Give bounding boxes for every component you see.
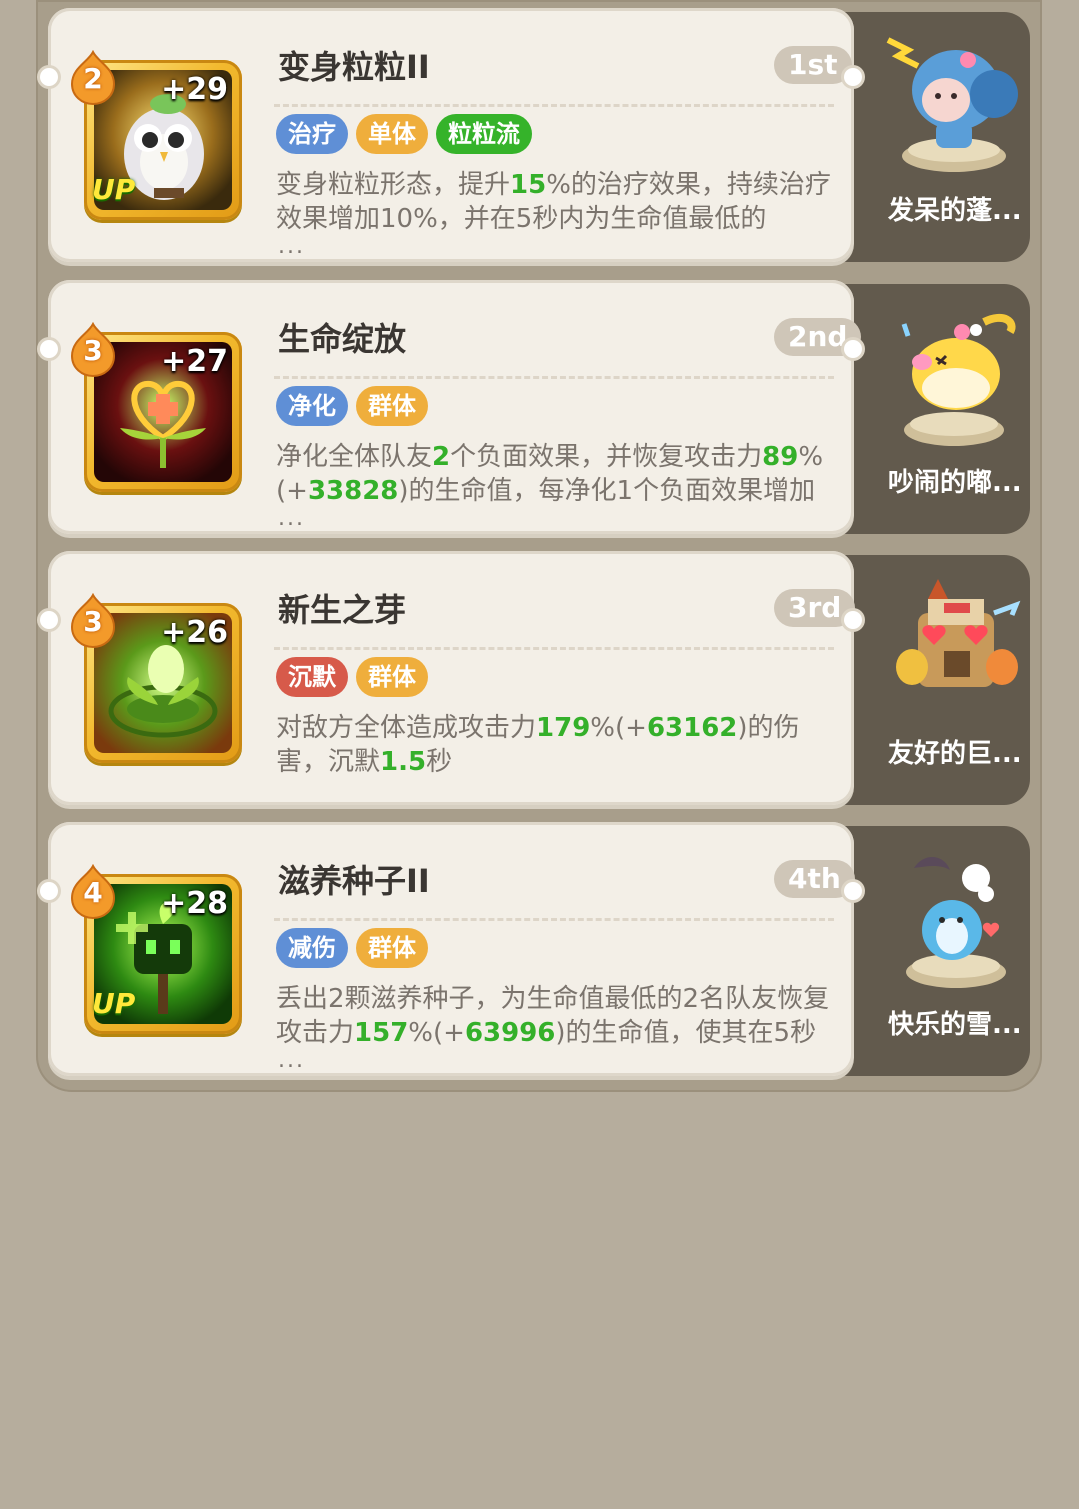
more-ellipsis: ... <box>278 506 305 531</box>
skill-title: 滋养种子II <box>278 862 430 900</box>
skill-title: 生命绽放 <box>278 320 407 358</box>
skill-title: 新生之芽 <box>278 591 407 629</box>
skill-card[interactable]: +28 UP 4 滋养种子II 4th 减伤 群体 丢出2颗滋养种子，为生命值最低… <box>40 822 862 1076</box>
skill-row[interactable]: 友好的巨... +26 3 新生之芽 3rd 沉默 群体 对敌方全体造成攻击力17… <box>40 551 1030 809</box>
desc-text: 个负面效果，并恢复攻击力 <box>450 442 763 472</box>
skill-tag: 沉默 <box>276 657 348 697</box>
skill-card[interactable]: +27 3 生命绽放 2nd 净化 群体 净化全体队友2个负面效果，并恢复攻击力8… <box>40 280 862 534</box>
pet-name: 快乐的雪... <box>888 1010 1022 1040</box>
upgrade-badge: UP <box>92 173 136 206</box>
rank-badge: 4th <box>774 860 855 898</box>
desc-value: 63996 <box>464 1018 556 1048</box>
level-number: 3 <box>83 334 103 367</box>
skill-row[interactable]: 吵闹的嘟... +27 3 生命绽放 2nd 净化 群体 净化全体队友2个负面效果… <box>40 280 1030 538</box>
skill-card[interactable]: +26 3 新生之芽 3rd 沉默 群体 对敌方全体造成攻击力179%(+6316… <box>40 551 862 805</box>
rank-badge: 2nd <box>774 318 862 356</box>
more-ellipsis: ... <box>278 234 305 259</box>
skill-tag: 群体 <box>356 928 428 968</box>
level-badge: 3 <box>70 592 116 649</box>
desc-text: 净化全体队友 <box>276 442 433 472</box>
desc-value: 89 <box>762 442 799 472</box>
skill-tag: 粒粒流 <box>436 114 532 154</box>
desc-text: 秒 <box>426 747 453 777</box>
level-number: 2 <box>83 62 103 95</box>
skill-tag: 群体 <box>356 657 428 697</box>
skill-tags: 治疗 单体 粒粒流 <box>276 114 532 156</box>
desc-value: 15 <box>510 170 547 200</box>
golem-pet-icon[interactable] <box>884 573 1024 723</box>
upgrade-badge: UP <box>92 987 136 1020</box>
sheep-pet-icon[interactable] <box>884 30 1024 180</box>
desc-text: 变身粒粒形态，提升 <box>276 170 511 200</box>
skill-bonus-level: +28 <box>161 886 228 921</box>
rank-badge: 1st <box>774 46 852 84</box>
skill-tag: 净化 <box>276 386 348 426</box>
desc-text: 对敌方全体造成攻击力 <box>276 713 537 743</box>
skill-description: 变身粒粒形态，提升15%的治疗效果，持续治疗效果增加10%，并在5秒内为生命值最… <box>276 168 840 236</box>
skill-tag: 治疗 <box>276 114 348 154</box>
skill-tag: 群体 <box>356 386 428 426</box>
desc-value: 2 <box>432 442 451 472</box>
chick-pet-icon[interactable] <box>884 302 1024 452</box>
divider <box>274 376 834 379</box>
pet-name: 发呆的蓬... <box>888 196 1022 226</box>
skill-row[interactable]: 快乐的雪... +28 UP 4 滋养种子II 4th 减伤 群体 丢出2颗滋养种… <box>40 822 1030 1080</box>
divider <box>274 647 834 650</box>
desc-value: 1.5 <box>380 747 427 777</box>
skill-tag: 减伤 <box>276 928 348 968</box>
skill-tag: 单体 <box>356 114 428 154</box>
desc-value: 157 <box>354 1018 409 1048</box>
pet-name: 吵闹的嘟... <box>888 468 1022 498</box>
skill-tags: 净化 群体 <box>276 386 428 428</box>
level-badge: 4 <box>70 863 116 920</box>
pet-name: 友好的巨... <box>888 739 1022 769</box>
skill-row[interactable]: 发呆的蓬... +29 UP 2 变身粒粒II 1st 治疗 单体 粒粒流 变身粒粒… <box>40 8 1030 266</box>
skill-tags: 沉默 群体 <box>276 657 428 699</box>
level-badge: 3 <box>70 321 116 378</box>
skill-bonus-level: +29 <box>161 72 228 107</box>
skill-description: 净化全体队友2个负面效果，并恢复攻击力89%(+33828)的生命值，每净化1个… <box>276 440 840 508</box>
desc-text: %(+ <box>590 713 647 743</box>
skill-description: 丢出2颗滋养种子，为生命值最低的2名队友恢复攻击力157%(+63996)的生命… <box>276 982 840 1050</box>
snow-creature-pet-icon[interactable] <box>884 844 1024 994</box>
desc-text: %(+ <box>408 1018 465 1048</box>
rank-badge: 3rd <box>774 589 856 627</box>
divider <box>274 104 834 107</box>
skill-bonus-level: +27 <box>161 344 228 379</box>
desc-text: )的生命值，每净化1个负面效果增加 <box>398 476 816 506</box>
desc-value: 179 <box>536 713 591 743</box>
level-number: 4 <box>83 876 103 909</box>
level-badge: 2 <box>70 49 116 106</box>
level-number: 3 <box>83 605 103 638</box>
divider <box>274 918 834 921</box>
skill-bonus-level: +26 <box>161 615 228 650</box>
skill-title: 变身粒粒II <box>278 48 430 86</box>
skill-card[interactable]: +29 UP 2 变身粒粒II 1st 治疗 单体 粒粒流 变身粒粒形态，提升15%… <box>40 8 862 262</box>
skill-tags: 减伤 群体 <box>276 928 428 970</box>
desc-value: 63162 <box>646 713 738 743</box>
skill-description: 对敌方全体造成攻击力179%(+63162)的伤害，沉默1.5秒 <box>276 711 840 779</box>
desc-text: )的生命值，使其在5秒 <box>555 1018 817 1048</box>
more-ellipsis: ... <box>278 1048 305 1073</box>
desc-value: 33828 <box>307 476 399 506</box>
